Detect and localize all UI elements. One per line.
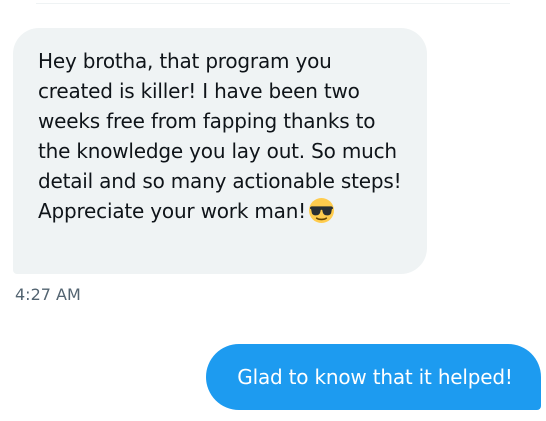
received-message-text: Hey brotha, that program you created is … [38, 49, 402, 223]
message-timestamp: 4:27 AM [15, 285, 81, 304]
top-divider [36, 0, 510, 4]
dm-conversation: Hey brotha, that program you created is … [0, 0, 546, 421]
received-message-bubble[interactable]: Hey brotha, that program you created is … [13, 28, 427, 274]
smiling-face-with-sunglasses-icon [309, 198, 334, 223]
sent-message-text: Glad to know that it helped! [237, 365, 513, 389]
sent-message-bubble[interactable]: Glad to know that it helped! [206, 344, 541, 410]
